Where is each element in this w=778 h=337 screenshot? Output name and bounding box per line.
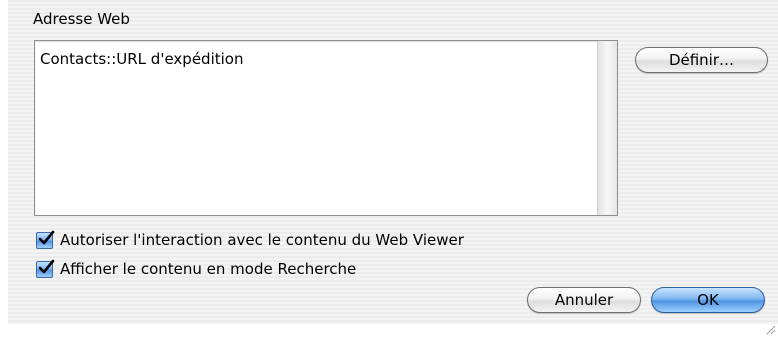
search-mode-label: Afficher le contenu en mode Recherche (60, 260, 357, 278)
web-address-label: Adresse Web (33, 10, 130, 28)
window-left-edge (0, 0, 8, 337)
checkmark-icon (38, 230, 55, 244)
define-button[interactable]: Définir… (635, 47, 768, 73)
allow-interaction-label: Autoriser l'interaction avec le contenu … (60, 231, 464, 249)
window-bottom-edge (0, 324, 778, 337)
resize-grip-icon[interactable] (766, 325, 776, 335)
search-mode-option[interactable]: Afficher le contenu en mode Recherche (36, 259, 356, 279)
search-mode-checkbox[interactable] (36, 259, 55, 278)
web-address-value[interactable]: Contacts::URL d'expédition (40, 50, 243, 68)
web-address-field[interactable]: Contacts::URL d'expédition (34, 40, 618, 216)
cancel-button[interactable]: Annuler (527, 287, 641, 313)
ok-button[interactable]: OK (651, 287, 765, 313)
allow-interaction-option[interactable]: Autoriser l'interaction avec le contenu … (36, 230, 464, 250)
web-viewer-setup-dialog: Adresse Web Contacts::URL d'expédition D… (0, 0, 778, 337)
allow-interaction-checkbox[interactable] (36, 230, 55, 249)
web-address-scrollbar[interactable] (597, 41, 617, 215)
checkmark-icon (38, 259, 55, 273)
